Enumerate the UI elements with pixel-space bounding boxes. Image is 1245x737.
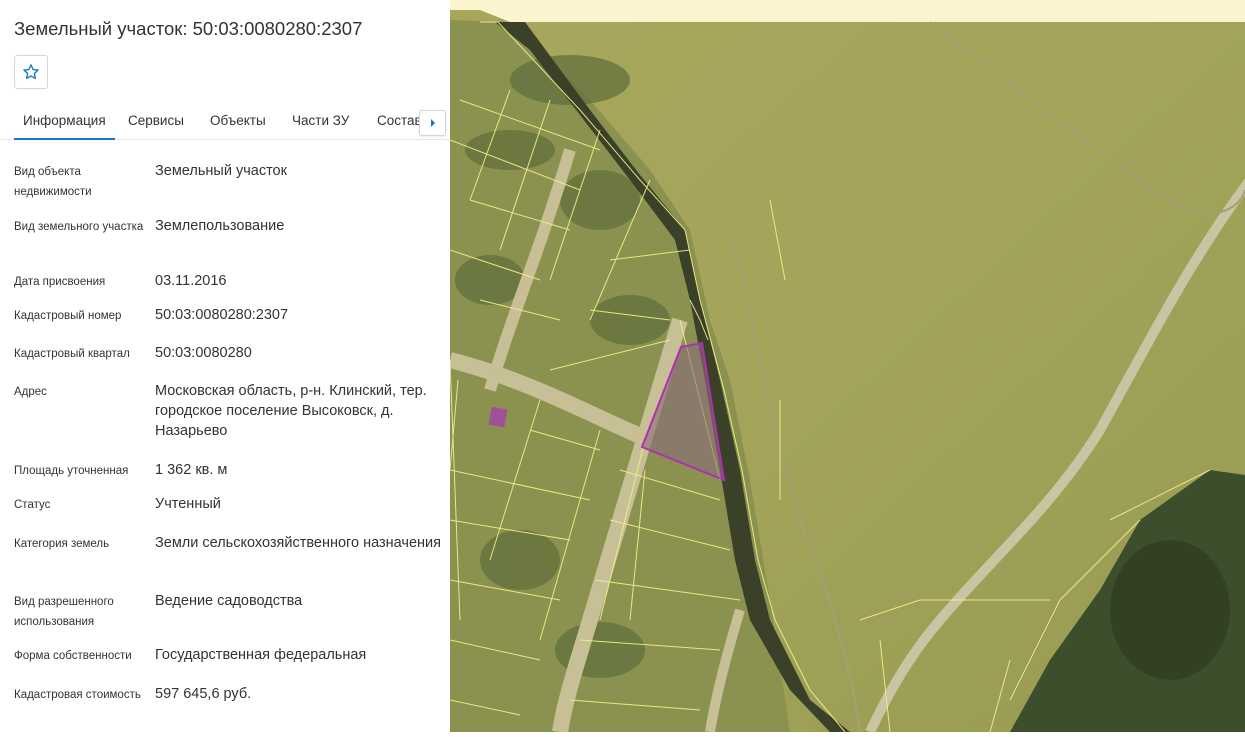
page-title: Земельный участок: 50:03:0080280:2307	[14, 18, 363, 39]
property-value: Государственная федеральная	[155, 647, 367, 663]
property-label: Вид объекта недвижимости	[14, 166, 92, 198]
property-value: 597 645,6 руб.	[155, 686, 252, 702]
info-panel: Земельный участок: 50:03:0080280:2307 Ин…	[0, 0, 450, 732]
neighbor-parcel-marker	[488, 406, 508, 428]
property-label: Адрес	[14, 386, 47, 398]
property-value: 50:03:0080280	[155, 345, 252, 361]
caret-right-icon	[430, 119, 435, 127]
property-label: Дата присвоения	[14, 276, 106, 288]
property-label: Площадь уточненная	[14, 465, 129, 477]
map-canvas[interactable]	[448, 0, 1245, 735]
tabs-scroll-right-button[interactable]	[419, 110, 446, 136]
satellite-map[interactable]	[448, 0, 1245, 735]
property-label: Кадастровый номер	[14, 310, 122, 322]
property-value: 1 362 кв. м	[155, 462, 228, 478]
tab-objects[interactable]: Объекты	[210, 113, 266, 128]
property-value: Учтенный	[155, 496, 221, 512]
property-value: 03.11.2016	[155, 273, 227, 289]
favorite-button[interactable]	[14, 55, 48, 89]
property-value: Земельный участок	[155, 163, 287, 179]
property-label: Кадастровая стоимость	[14, 689, 141, 701]
property-label: Кадастровый квартал	[14, 348, 130, 360]
property-value: 50:03:0080280:2307	[155, 307, 289, 323]
tab-parts[interactable]: Части ЗУ	[292, 113, 349, 128]
tab-services[interactable]: Сервисы	[128, 113, 184, 128]
tab-bar: Информация Сервисы Объекты Части ЗУ Сост…	[0, 105, 450, 140]
property-value: Землепользование	[155, 218, 285, 234]
property-label: Вид земельного участка	[14, 221, 144, 233]
property-label: Форма собственности	[14, 650, 132, 662]
tab-information[interactable]: Информация	[14, 113, 115, 140]
property-value: Земли сельскохозяйственного назначения	[155, 535, 441, 551]
star-outline-icon	[23, 64, 39, 80]
property-label: Вид разрешенного использования	[14, 596, 114, 628]
property-label: Статус	[14, 499, 51, 511]
tab-composition[interactable]: Состав	[377, 113, 422, 128]
property-label: Категория земель	[14, 538, 110, 550]
property-value: Ведение садоводства	[155, 593, 303, 609]
property-value: Московская область, р-н. Клинский, тер. …	[155, 383, 427, 439]
map-top-strip	[450, 0, 1245, 22]
